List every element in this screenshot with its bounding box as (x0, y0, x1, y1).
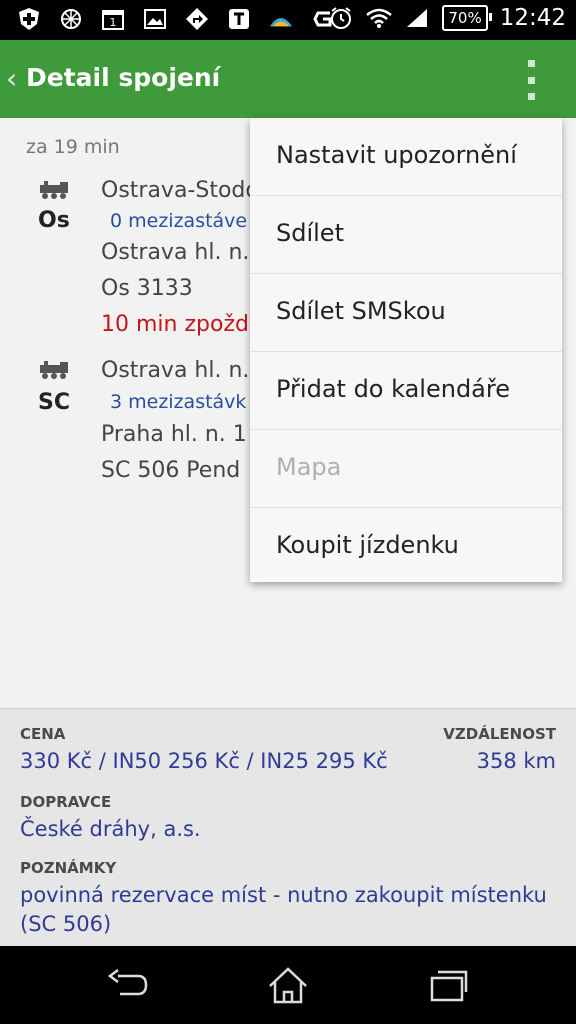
wifi-icon (366, 5, 393, 31)
notes-value-continued: (SC 506) (20, 912, 112, 936)
menu-item-set-alert[interactable]: Nastavit upozornění (250, 118, 562, 196)
network-globe-icon (58, 6, 84, 32)
menu-item-label: Sdílet (276, 219, 344, 247)
menu-item-label: Koupit jízdenku (276, 531, 459, 559)
text-icon (226, 6, 252, 32)
menu-item-label: Mapa (276, 453, 342, 481)
menu-item-label: Přidat do kalendáře (276, 375, 510, 403)
menu-item-label: Nastavit upozornění (276, 141, 517, 169)
intermediate-stops-link[interactable]: 0 mezizastáve (110, 210, 247, 232)
gallery-icon (142, 6, 168, 32)
page-title[interactable]: Detail spojení (26, 63, 220, 92)
train-icon (40, 181, 68, 199)
plus-shield-icon (16, 6, 42, 32)
departure-countdown: za 19 min (26, 136, 120, 158)
notes-label: POZNÁMKY (20, 859, 117, 877)
train-number: Os 3133 (101, 276, 193, 301)
price-value: 330 Kč / IN50 256 Kč / IN25 295 Kč (20, 749, 388, 773)
navigation-icon (184, 6, 210, 32)
action-bar: ‹ Detail spojení (0, 40, 576, 118)
arrival-station: Praha hl. n. 1 (101, 422, 247, 447)
train-type-label: SC (38, 390, 70, 415)
menu-item-label: Sdílet SMSkou (276, 297, 446, 325)
carrier-label: DOPRAVCE (20, 793, 112, 811)
menu-item-share[interactable]: Sdílet (250, 196, 562, 274)
train-icon (40, 361, 68, 379)
menu-item-buy-ticket[interactable]: Koupit jízdenku (250, 508, 562, 586)
signal-icon (404, 5, 430, 31)
menu-item-share-sms[interactable]: Sdílet SMSkou (250, 274, 562, 352)
delay-text: 10 min zpožd (101, 312, 249, 337)
departure-station: Ostrava-Stodo (101, 178, 259, 203)
svg-text:1: 1 (110, 16, 117, 29)
weather-icon (268, 6, 294, 32)
recent-apps-icon[interactable] (426, 966, 470, 1006)
calendar-icon: 1 (100, 6, 126, 32)
intermediate-stops-link[interactable]: 3 mezizastávk (110, 391, 246, 413)
back-icon[interactable] (106, 966, 150, 1006)
overflow-menu: Nastavit upozornění Sdílet Sdílet SMSkou… (250, 118, 562, 582)
distance-value: 358 km (476, 749, 556, 773)
price-label: CENA (20, 725, 66, 743)
carrier-value: České dráhy, a.s. (20, 817, 201, 841)
distance-label: VZDÁLENOST (443, 725, 556, 743)
status-clock: 12:42 (499, 5, 566, 31)
dot-icon (527, 93, 535, 100)
menu-item-add-to-calendar[interactable]: Přidat do kalendáře (250, 352, 562, 430)
overflow-menu-button[interactable] (520, 60, 542, 100)
home-icon[interactable] (266, 966, 310, 1006)
battery-indicator: 70% (442, 5, 493, 31)
menu-item-map: Mapa (250, 430, 562, 508)
info-panel: CENA 330 Kč / IN50 256 Kč / IN25 295 Kč … (0, 708, 576, 947)
navigation-bar (0, 946, 576, 1024)
dot-icon (527, 76, 535, 84)
dot-icon (527, 60, 535, 67)
train-number: SC 506 Pend (101, 458, 241, 483)
alarm-icon (328, 5, 354, 31)
departure-station: Ostrava hl. n. (101, 358, 250, 383)
arrival-station: Ostrava hl. n. (101, 240, 250, 265)
notes-value: povinná rezervace míst - nutno zakoupit … (20, 883, 547, 907)
back-chevron-icon[interactable]: ‹ (6, 62, 17, 95)
train-type-label: Os (38, 208, 70, 233)
status-bar: 1 70% 12:42 (0, 0, 576, 40)
